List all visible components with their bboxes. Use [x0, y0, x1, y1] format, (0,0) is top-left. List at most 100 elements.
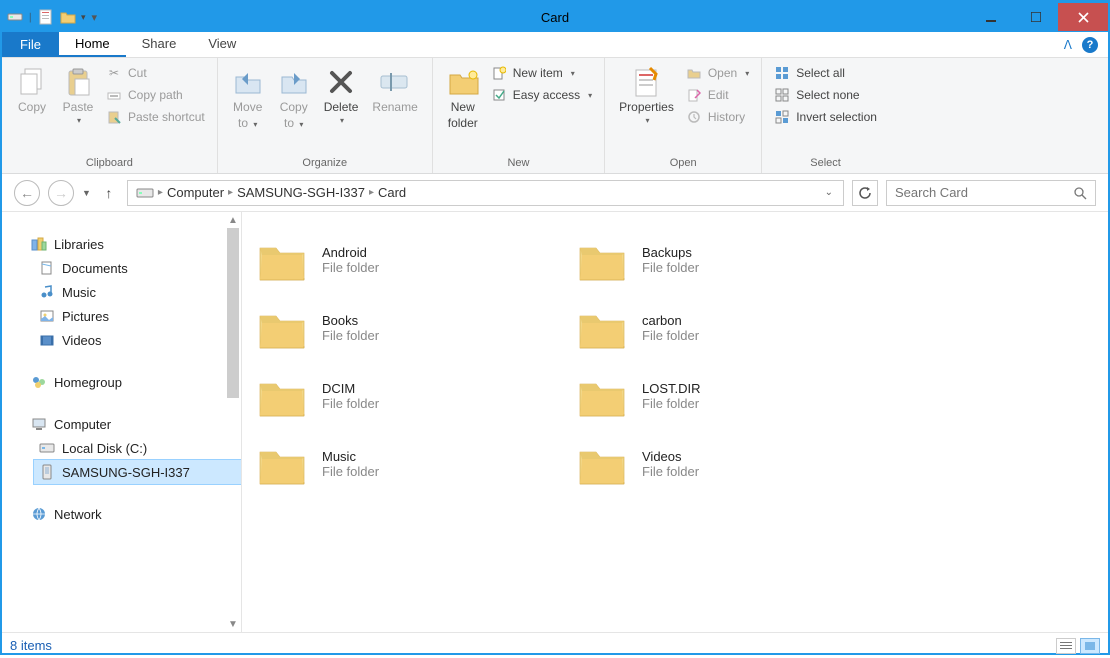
content-pane[interactable]: AndroidFile folderBackupsFile folderBook…	[242, 212, 1108, 632]
minimize-button[interactable]	[968, 3, 1013, 31]
file-tab[interactable]: File	[2, 32, 59, 57]
forward-button[interactable]: →	[48, 180, 74, 206]
folder-name: LOST.DIR	[642, 381, 701, 396]
rename-button[interactable]: Rename	[366, 62, 423, 118]
tree-pictures[interactable]: Pictures	[34, 304, 241, 328]
share-tab[interactable]: Share	[126, 32, 193, 57]
qat-separator: │	[28, 13, 33, 22]
tree-homegroup[interactable]: Homegroup	[10, 370, 241, 394]
recent-locations-dropdown[interactable]: ▼	[82, 188, 91, 198]
open-button[interactable]: Open ▾	[682, 62, 753, 84]
up-button[interactable]: ↑	[99, 183, 119, 203]
tree-network[interactable]: Network	[10, 502, 241, 526]
pictures-icon	[38, 307, 56, 325]
move-to-button[interactable]: Move to ▾	[226, 62, 270, 134]
home-tab[interactable]: Home	[59, 32, 126, 57]
cut-button[interactable]: ✂ Cut	[102, 62, 209, 84]
breadcrumb-computer[interactable]: Computer	[163, 185, 228, 200]
folder-item[interactable]: AndroidFile folder	[252, 232, 562, 288]
libraries-icon	[30, 235, 48, 253]
folder-type: File folder	[642, 464, 699, 479]
folder-item[interactable]: MusicFile folder	[252, 436, 562, 492]
back-button[interactable]: ←	[14, 180, 40, 206]
view-tab[interactable]: View	[192, 32, 252, 57]
details-view-button[interactable]	[1056, 638, 1076, 654]
tree-videos[interactable]: Videos	[34, 328, 241, 352]
scroll-thumb[interactable]	[227, 228, 239, 398]
help-icon[interactable]: ?	[1082, 37, 1098, 53]
search-icon[interactable]	[1073, 186, 1087, 200]
folder-item[interactable]: LOST.DIRFile folder	[572, 368, 882, 424]
refresh-button[interactable]	[852, 180, 878, 206]
quick-access-toolbar: │ ▾ ▾	[2, 8, 101, 26]
select-none-button[interactable]: Select none	[770, 84, 881, 106]
chevron-down-icon: ▾	[340, 116, 344, 125]
properties-button[interactable]: Properties ▾	[613, 62, 680, 129]
folder-name: carbon	[642, 313, 699, 328]
copy-icon	[16, 66, 48, 98]
address-bar[interactable]: ▸ Computer ▸ SAMSUNG-SGH-I337 ▸ Card ⌄	[127, 180, 844, 206]
copy-to-button[interactable]: Copy to ▾	[272, 62, 316, 134]
history-button[interactable]: History	[682, 106, 753, 128]
folder-item[interactable]: carbonFile folder	[572, 300, 882, 356]
qat-dropdown-icon[interactable]: ▾	[81, 12, 86, 23]
tree-computer[interactable]: Computer	[10, 412, 241, 436]
invert-selection-button[interactable]: Invert selection	[770, 106, 881, 128]
window-title: Card	[2, 10, 1108, 25]
easy-access-button[interactable]: Easy access ▾	[487, 84, 596, 106]
properties-qat-icon[interactable]	[37, 8, 55, 26]
address-dropdown-icon[interactable]: ⌄	[819, 187, 839, 198]
navigation-pane: Libraries Documents Music Pictures Vide	[2, 212, 242, 632]
music-icon	[38, 283, 56, 301]
paste-shortcut-icon	[106, 109, 122, 125]
breadcrumb-device[interactable]: SAMSUNG-SGH-I337	[233, 185, 369, 200]
folder-item[interactable]: VideosFile folder	[572, 436, 882, 492]
folder-name: Backups	[642, 245, 699, 260]
homegroup-icon	[30, 373, 48, 391]
search-box[interactable]	[886, 180, 1096, 206]
collapse-ribbon-icon[interactable]: ᐱ	[1064, 38, 1072, 52]
icons-view-button[interactable]	[1080, 638, 1100, 654]
breadcrumb-card[interactable]: Card	[374, 185, 410, 200]
status-bar: 8 items	[2, 632, 1108, 658]
folder-name: Videos	[642, 449, 699, 464]
maximize-button[interactable]	[1013, 3, 1058, 31]
tree-device-selected[interactable]: SAMSUNG-SGH-I337	[34, 460, 241, 484]
folder-item[interactable]: DCIMFile folder	[252, 368, 562, 424]
folder-icon	[576, 440, 628, 488]
disk-icon	[38, 439, 56, 457]
copy-button[interactable]: Copy	[10, 62, 54, 118]
chevron-down-icon: ▾	[77, 116, 81, 125]
copy-path-button[interactable]: Copy path	[102, 84, 209, 106]
select-all-button[interactable]: Select all	[770, 62, 881, 84]
tree-music[interactable]: Music	[34, 280, 241, 304]
sidebar-scrollbar[interactable]: ▲ ▼	[225, 212, 241, 632]
tree-local-disk[interactable]: Local Disk (C:)	[34, 436, 241, 460]
tree-documents[interactable]: Documents	[34, 256, 241, 280]
paste-shortcut-button[interactable]: Paste shortcut	[102, 106, 209, 128]
new-folder-button[interactable]: New folder	[441, 62, 485, 134]
new-item-button[interactable]: New item ▾	[487, 62, 596, 84]
breadcrumb-drive-icon[interactable]	[132, 187, 158, 199]
folder-name: Books	[322, 313, 379, 328]
ribbon-group-open: Properties ▾ Open ▾ Edit History Op	[605, 58, 762, 173]
close-button[interactable]	[1058, 3, 1108, 31]
folder-item[interactable]: BackupsFile folder	[572, 232, 882, 288]
folder-item[interactable]: BooksFile folder	[252, 300, 562, 356]
device-icon	[38, 463, 56, 481]
drive-icon[interactable]	[6, 8, 24, 26]
history-icon	[686, 109, 702, 125]
search-input[interactable]	[895, 185, 1073, 200]
edit-button[interactable]: Edit	[682, 84, 753, 106]
scroll-down-icon[interactable]: ▼	[225, 616, 241, 632]
tree-libraries[interactable]: Libraries	[10, 232, 241, 256]
scroll-up-icon[interactable]: ▲	[225, 212, 241, 228]
new-item-icon	[491, 65, 507, 81]
ribbon-tabs: File Home Share View ᐱ ?	[2, 32, 1108, 58]
paste-button[interactable]: Paste ▾	[56, 62, 100, 129]
paste-icon	[62, 66, 94, 98]
delete-button[interactable]: Delete ▾	[318, 62, 365, 129]
folder-icon	[256, 372, 308, 420]
folder-qat-icon[interactable]	[59, 8, 77, 26]
main-area: Libraries Documents Music Pictures Vide	[2, 212, 1108, 632]
